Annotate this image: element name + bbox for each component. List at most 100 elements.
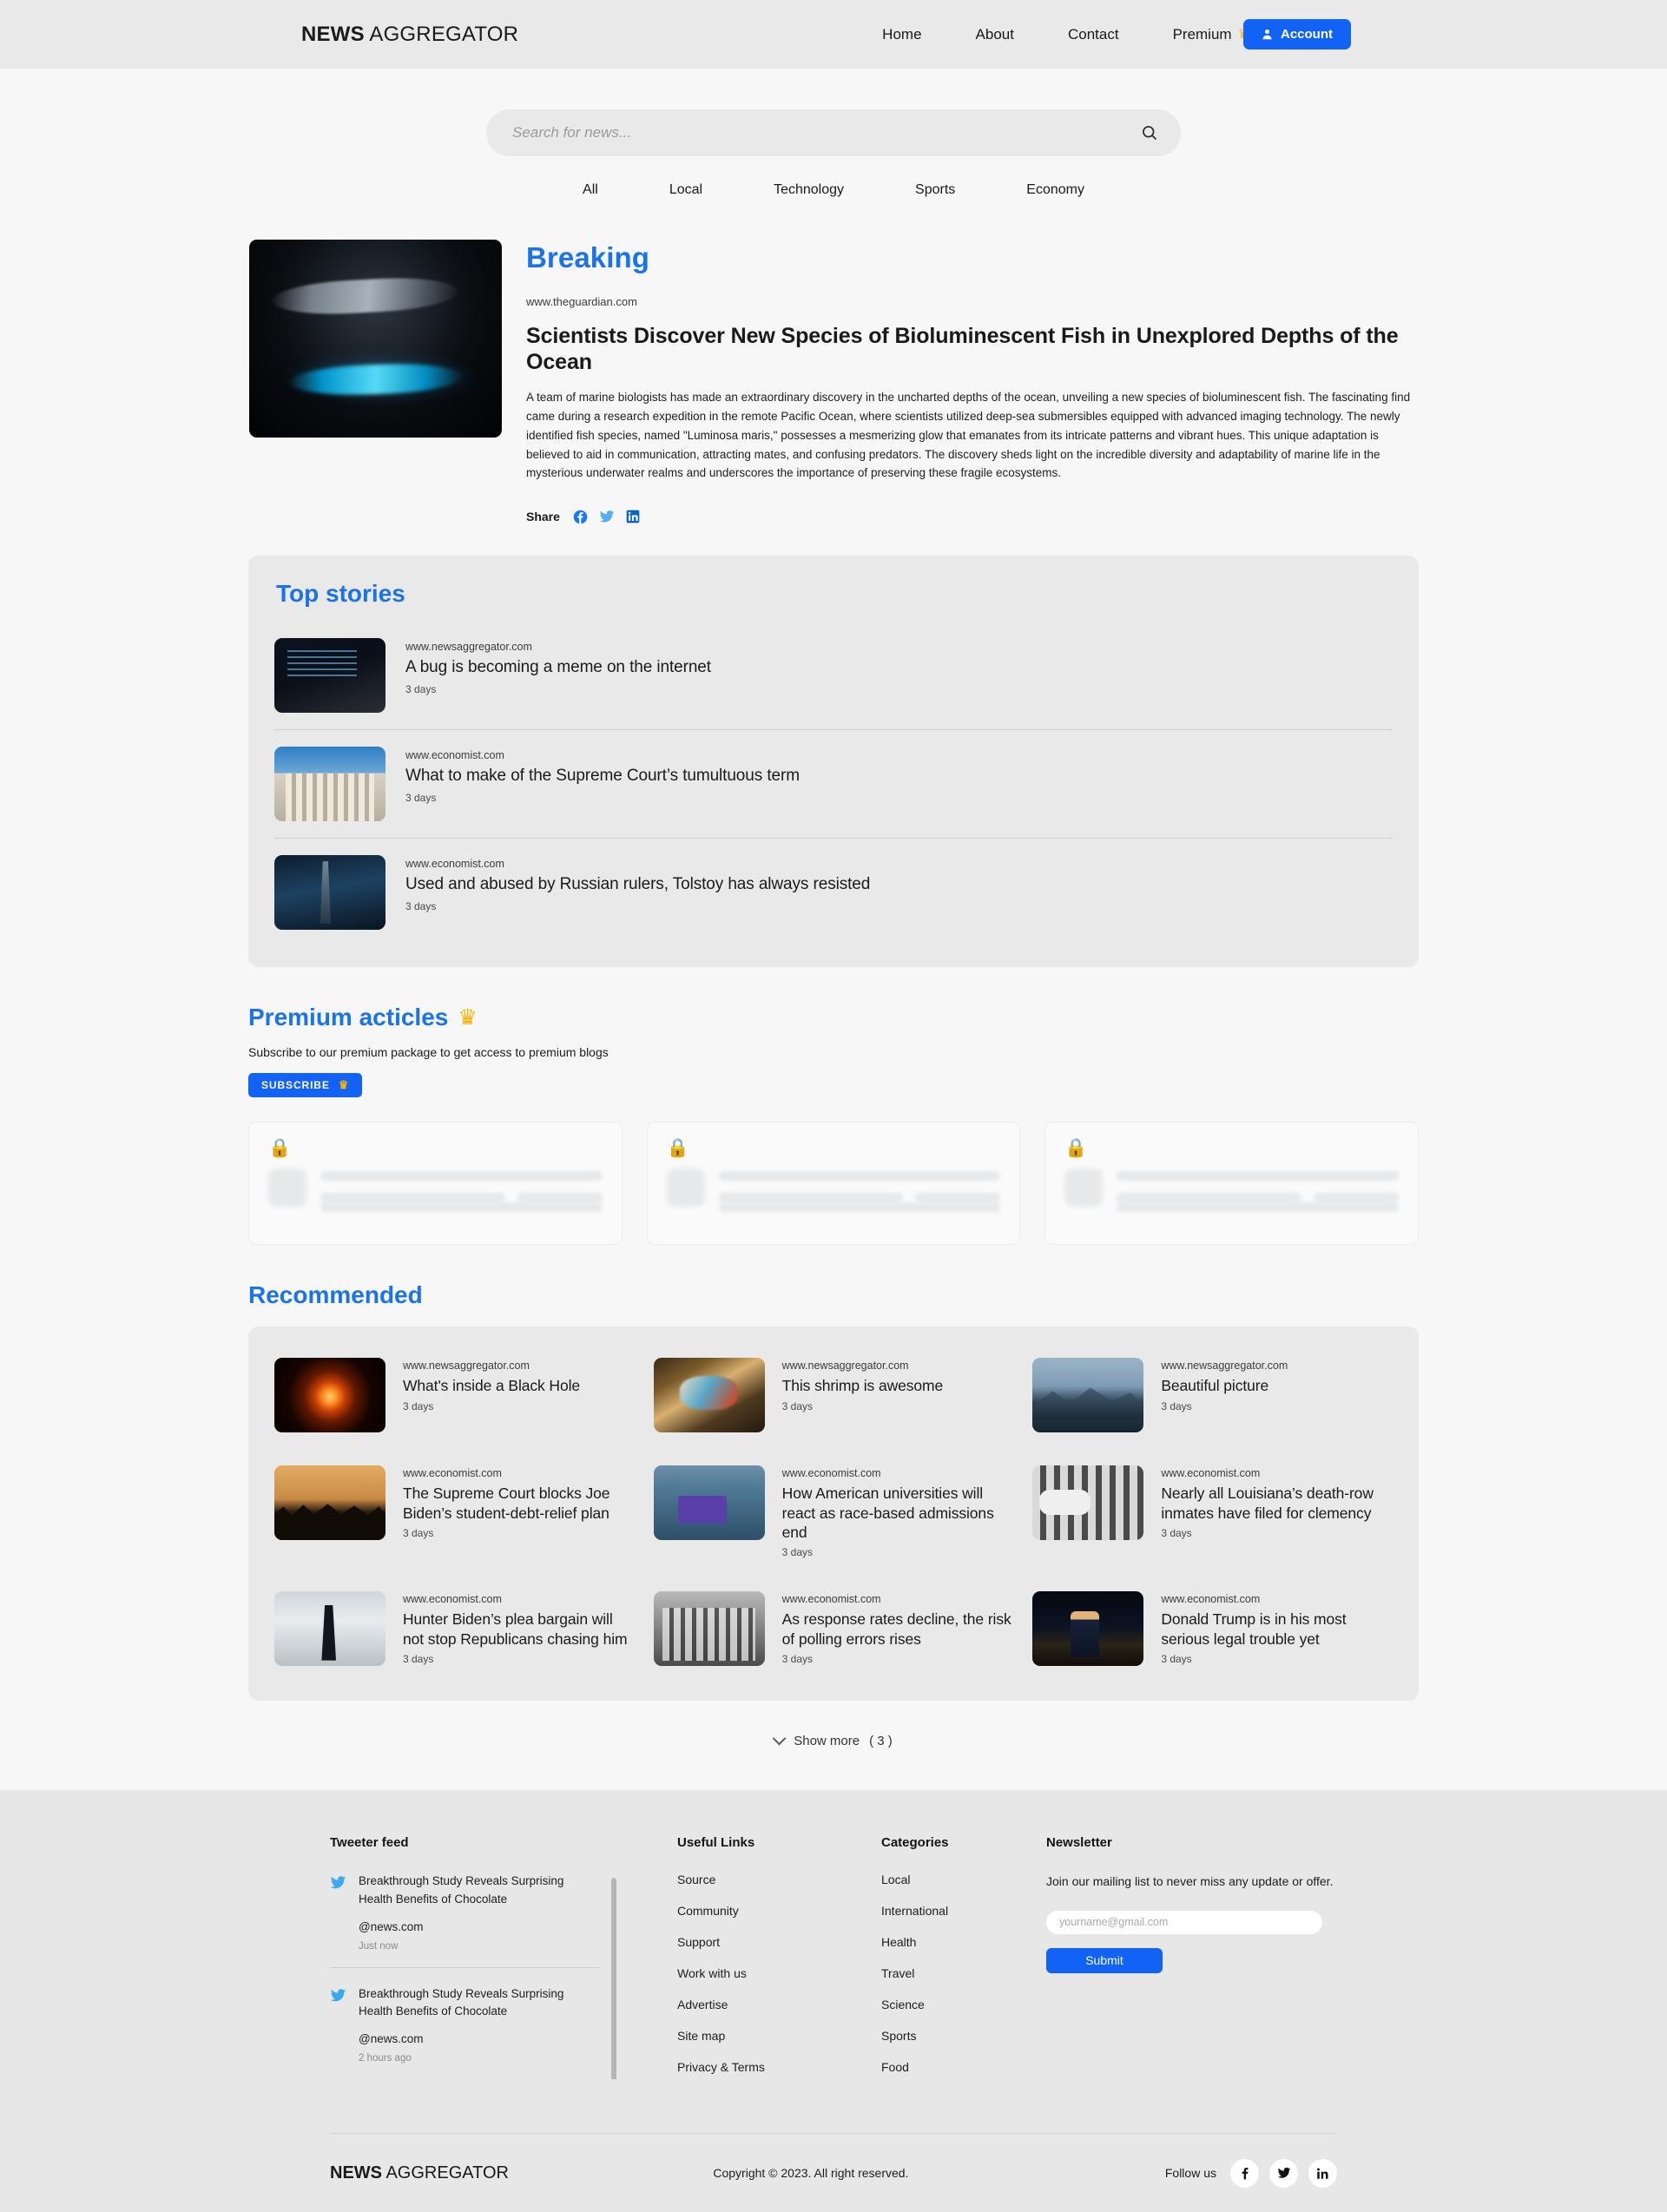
locked-premium-card[interactable]: 🔒 — [646, 1122, 1021, 1246]
recommended-headline[interactable]: The Supreme Court blocks Joe Biden’s stu… — [403, 1484, 635, 1523]
recommended-headline[interactable]: Donald Trump is in his most serious lega… — [1161, 1610, 1393, 1649]
recommended-thumbnail[interactable] — [274, 1465, 385, 1541]
top-story-thumbnail[interactable] — [274, 855, 385, 931]
recommended-source[interactable]: www.newsaggregator.com — [782, 1359, 944, 1372]
footer-category-health[interactable]: Health — [881, 1935, 916, 1949]
recommended-thumbnail[interactable] — [653, 1358, 765, 1433]
newsletter-submit-button[interactable]: Submit — [1046, 1947, 1163, 1973]
top-story-source[interactable]: www.economist.com — [405, 749, 800, 761]
recommended-item[interactable]: www.economist.com Nearly all Louisiana’s… — [1027, 1453, 1398, 1570]
recommended-headline[interactable]: Nearly all Louisiana’s death-row inmates… — [1161, 1484, 1393, 1523]
useful-link-advertise[interactable]: Advertise — [677, 1998, 728, 2011]
account-button[interactable]: Account — [1243, 19, 1351, 49]
tweet-handle[interactable]: @news.com — [359, 2032, 601, 2045]
breaking-headline[interactable]: Scientists Discover New Species of Biolu… — [526, 323, 1419, 375]
footer-category-science[interactable]: Science — [881, 1998, 925, 2011]
recommended-time: 3 days — [403, 1399, 434, 1412]
recommended-item[interactable]: www.newsaggregator.com What's inside a B… — [269, 1346, 640, 1445]
recommended-headline[interactable]: Hunter Biden’s plea bargain will not sto… — [403, 1610, 635, 1649]
useful-link-source[interactable]: Source — [677, 1873, 715, 1886]
useful-link-site-map[interactable]: Site map — [677, 2029, 725, 2043]
recommended-item[interactable]: www.economist.com How American universit… — [649, 1453, 1019, 1570]
footer-linkedin-button[interactable] — [1308, 2158, 1337, 2188]
top-story-thumbnail[interactable] — [274, 638, 385, 714]
tweet-item[interactable]: Breakthrough Study Reveals Surprising He… — [330, 1873, 601, 1967]
top-story-item[interactable]: www.newsaggregator.com A bug is becoming… — [274, 627, 1393, 724]
tweet-handle[interactable]: @news.com — [359, 1920, 601, 1933]
footer-category-sports[interactable]: Sports — [881, 2029, 916, 2043]
recommended-headline[interactable]: As response rates decline, the risk of p… — [782, 1610, 1014, 1649]
top-story-headline[interactable]: Used and abused by Russian rulers, Tolst… — [405, 874, 870, 894]
tweeter-scrollbar-thumb[interactable] — [611, 1878, 616, 2080]
nav-item-home[interactable]: Home — [882, 26, 921, 43]
recommended-thumbnail[interactable] — [274, 1358, 385, 1433]
search-box[interactable] — [486, 109, 1181, 156]
nav-item-about[interactable]: About — [976, 26, 1014, 43]
category-tab-technology[interactable]: Technology — [774, 182, 844, 198]
footer-category-food[interactable]: Food — [881, 2060, 909, 2074]
recommended-source[interactable]: www.newsaggregator.com — [1161, 1359, 1288, 1372]
top-story-source[interactable]: www.economist.com — [405, 858, 870, 870]
search-input[interactable] — [512, 124, 1141, 142]
recommended-thumbnail[interactable] — [274, 1591, 385, 1667]
useful-link-community[interactable]: Community — [677, 1904, 739, 1918]
tweeter-scrollbar[interactable] — [611, 1878, 616, 2080]
footer-category-travel[interactable]: Travel — [881, 1966, 914, 1980]
recommended-item[interactable]: www.economist.com As response rates decl… — [649, 1579, 1019, 1678]
recommended-thumbnail[interactable] — [1032, 1358, 1144, 1433]
breaking-source[interactable]: www.theguardian.com — [526, 295, 1419, 308]
recommended-item[interactable]: www.economist.com Donald Trump is in his… — [1027, 1579, 1398, 1678]
subscribe-button[interactable]: SUBSCRIBE ♛ — [248, 1073, 363, 1098]
recommended-item[interactable]: www.economist.com The Supreme Court bloc… — [269, 1453, 640, 1570]
top-story-thumbnail[interactable] — [274, 747, 385, 822]
footer-category-local[interactable]: Local — [881, 1873, 910, 1886]
linkedin-icon[interactable] — [626, 510, 640, 523]
recommended-thumbnail[interactable] — [1032, 1465, 1144, 1541]
top-story-item[interactable]: www.economist.com What to make of the Su… — [274, 729, 1393, 833]
locked-premium-card[interactable]: 🔒 — [1044, 1122, 1420, 1246]
category-tab-all[interactable]: All — [583, 182, 598, 198]
nav-item-contact[interactable]: Contact — [1068, 26, 1119, 43]
category-tab-economy[interactable]: Economy — [1026, 182, 1084, 198]
useful-link-work-with-us[interactable]: Work with us — [677, 1966, 747, 1980]
top-story-headline[interactable]: What to make of the Supreme Court’s tumu… — [405, 766, 800, 786]
facebook-icon[interactable] — [573, 510, 588, 524]
useful-link-privacy-terms[interactable]: Privacy & Terms — [677, 2060, 765, 2074]
brand-logo[interactable]: NEWS AGGREGATOR — [301, 23, 518, 47]
search-section — [0, 69, 1667, 156]
top-story-headline[interactable]: A bug is becoming a meme on the internet — [405, 657, 711, 677]
recommended-headline[interactable]: This shrimp is awesome — [782, 1376, 944, 1395]
breaking-news-image[interactable] — [249, 240, 502, 438]
recommended-item[interactable]: www.newsaggregator.com Beautiful picture… — [1027, 1346, 1398, 1445]
twitter-icon[interactable] — [599, 509, 615, 524]
top-story-item[interactable]: www.economist.com Used and abused by Rus… — [274, 838, 1393, 941]
recommended-item[interactable]: www.newsaggregator.com This shrimp is aw… — [649, 1346, 1019, 1445]
newsletter-email-input[interactable] — [1046, 1910, 1322, 1934]
tweet-item[interactable]: Breakthrough Study Reveals Surprising He… — [330, 1966, 601, 2080]
recommended-source[interactable]: www.newsaggregator.com — [403, 1359, 580, 1372]
footer-category-international[interactable]: International — [881, 1904, 948, 1918]
useful-link-support[interactable]: Support — [677, 1935, 720, 1949]
recommended-item[interactable]: www.economist.com Hunter Biden’s plea ba… — [269, 1579, 640, 1678]
recommended-headline[interactable]: Beautiful picture — [1161, 1376, 1288, 1395]
recommended-thumbnail[interactable] — [653, 1591, 765, 1667]
recommended-headline[interactable]: How American universities will react as … — [782, 1484, 1014, 1542]
recommended-source[interactable]: www.economist.com — [782, 1593, 1014, 1605]
category-tab-sports[interactable]: Sports — [915, 182, 955, 198]
recommended-source[interactable]: www.economist.com — [1161, 1593, 1393, 1605]
recommended-source[interactable]: www.economist.com — [403, 1467, 635, 1479]
recommended-source[interactable]: www.economist.com — [782, 1467, 1014, 1479]
recommended-source[interactable]: www.economist.com — [1161, 1467, 1393, 1479]
recommended-thumbnail[interactable] — [1032, 1591, 1144, 1667]
recommended-thumbnail[interactable] — [653, 1465, 765, 1541]
search-icon[interactable] — [1141, 124, 1158, 142]
footer-twitter-button[interactable] — [1269, 2158, 1298, 2188]
show-more-button[interactable]: Show more ( 3 ) — [248, 1732, 1419, 1783]
category-tab-local[interactable]: Local — [669, 182, 702, 198]
tweeter-feed-scroll[interactable]: Breakthrough Study Reveals Surprising He… — [330, 1873, 616, 2080]
recommended-headline[interactable]: What's inside a Black Hole — [403, 1376, 580, 1395]
recommended-source[interactable]: www.economist.com — [403, 1593, 635, 1605]
top-story-source[interactable]: www.newsaggregator.com — [405, 641, 711, 653]
footer-facebook-button[interactable] — [1230, 2158, 1259, 2188]
locked-premium-card[interactable]: 🔒 — [248, 1122, 623, 1246]
